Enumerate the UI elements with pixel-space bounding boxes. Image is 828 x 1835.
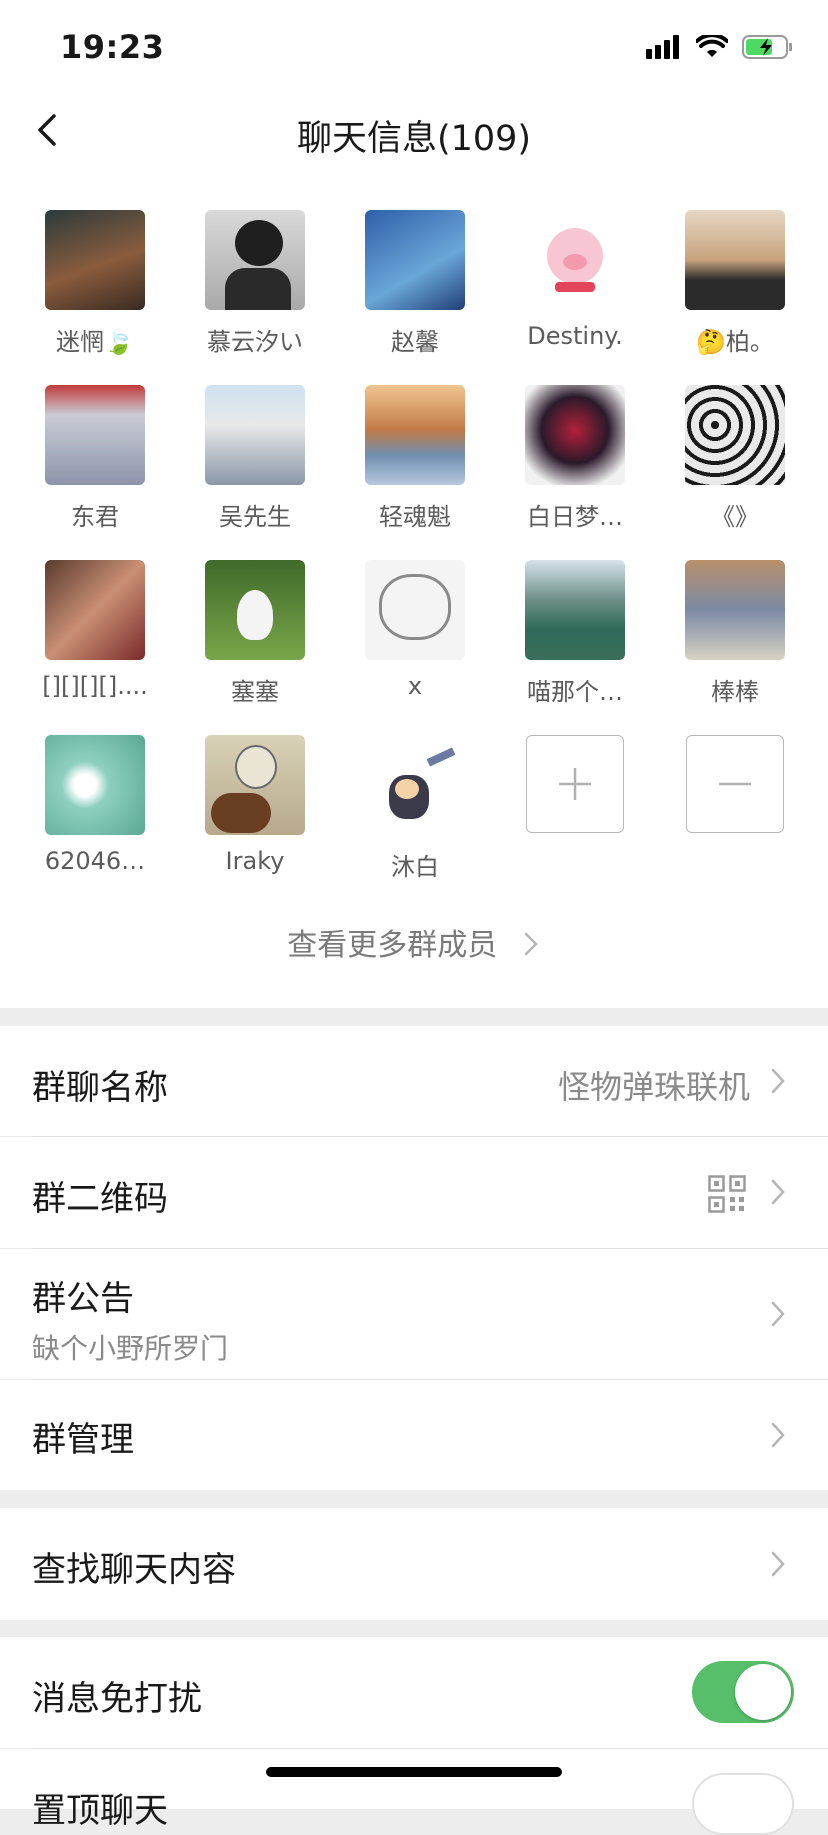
member-name: 《》 <box>711 503 759 531</box>
member-name: 62046… <box>44 847 146 875</box>
pin-chat-row: 置顶聊天 <box>0 1749 828 1835</box>
home-indicator <box>266 1767 562 1777</box>
member-name: 轻魂魁 <box>379 503 451 531</box>
chevron-right-icon <box>771 1068 785 1094</box>
status-icons <box>646 34 794 60</box>
member-name: Destiny. <box>527 322 623 350</box>
member-item[interactable]: Destiny. <box>495 210 655 350</box>
status-time: 19:23 <box>60 28 165 66</box>
minus-icon <box>719 782 751 786</box>
group-name-value: 怪物弹珠联机 <box>557 1068 750 1106</box>
chevron-right-icon <box>771 1422 785 1448</box>
group-management-row[interactable]: 群管理 <box>0 1380 828 1490</box>
member-item[interactable]: Iraky <box>175 735 335 875</box>
member-item[interactable]: 沐白 <box>335 735 495 882</box>
member-item[interactable]: 迷惘🍃 <box>15 210 175 357</box>
avatar <box>365 735 465 835</box>
view-more-label: 查看更多群成员 <box>287 928 498 963</box>
avatar <box>365 385 465 485</box>
add-member-box[interactable] <box>526 735 624 833</box>
member-item[interactable]: 《》 <box>655 385 815 532</box>
avatar <box>525 210 625 310</box>
member-name: 棒棒 <box>711 678 759 706</box>
avatar <box>45 560 145 660</box>
member-item[interactable]: x <box>335 560 495 700</box>
chevron-right-icon <box>771 1301 785 1327</box>
qr-code-icon <box>708 1175 746 1213</box>
wifi-icon <box>696 35 728 57</box>
avatar <box>525 560 625 660</box>
member-name: 塞塞 <box>231 678 279 706</box>
battery-charging-icon <box>742 35 792 59</box>
page-title: 聊天信息(109) <box>296 119 532 159</box>
pin-chat-toggle[interactable] <box>692 1773 794 1835</box>
member-name: 沐白 <box>391 853 439 881</box>
member-item[interactable]: 🤔柏。 <box>655 210 815 357</box>
group-announcement-label: 群公告 <box>32 1279 134 1319</box>
avatar <box>45 210 145 310</box>
search-chat-history-row[interactable]: 查找聊天内容 <box>0 1508 828 1620</box>
view-more-members-link[interactable]: 查看更多群成员 <box>0 920 828 964</box>
search-chat-history-label: 查找聊天内容 <box>32 1550 236 1590</box>
member-item[interactable]: 棒棒 <box>655 560 815 707</box>
chevron-right-icon <box>771 1179 785 1205</box>
group-management-label: 群管理 <box>32 1420 134 1460</box>
mute-notifications-toggle[interactable] <box>692 1661 794 1723</box>
chevron-right-icon <box>771 1551 785 1577</box>
chevron-right-icon <box>524 932 538 956</box>
remove-member-box[interactable] <box>686 735 784 833</box>
header-and-members: 19:23 聊天信息(109) 迷惘🍃 慕云汐い 赵馨 Destiny. 🤔柏。… <box>0 0 828 1008</box>
member-name: [][][][].... <box>42 672 148 700</box>
avatar <box>685 385 785 485</box>
avatar <box>205 560 305 660</box>
avatar <box>685 210 785 310</box>
member-item[interactable]: 慕云汐い <box>175 210 335 357</box>
member-name: Iraky <box>225 847 285 875</box>
member-item[interactable]: 赵馨 <box>335 210 495 357</box>
add-member-button[interactable] <box>495 735 655 833</box>
member-name: x <box>407 672 423 700</box>
member-name: 赵馨 <box>391 328 439 356</box>
mute-notifications-label: 消息免打扰 <box>32 1679 202 1719</box>
group-qr-code-row[interactable]: 群二维码 <box>0 1137 828 1248</box>
group-qr-code-label: 群二维码 <box>32 1179 168 1219</box>
member-name: 慕云汐い <box>207 328 303 356</box>
member-name: 吴先生 <box>219 503 291 531</box>
toggle-knob <box>735 1664 791 1720</box>
member-name: 🤔柏。 <box>696 328 774 356</box>
avatar <box>685 560 785 660</box>
pin-chat-label: 置顶聊天 <box>32 1791 168 1831</box>
avatar <box>45 385 145 485</box>
member-item[interactable]: 喵那个… <box>495 560 655 707</box>
avatar <box>205 385 305 485</box>
avatar <box>365 560 465 660</box>
member-item[interactable]: 62046… <box>15 735 175 875</box>
member-item[interactable]: 塞塞 <box>175 560 335 707</box>
member-item[interactable]: 白日梦… <box>495 385 655 532</box>
member-item[interactable]: [][][][].... <box>15 560 175 700</box>
avatar <box>525 385 625 485</box>
avatar <box>205 735 305 835</box>
member-item[interactable]: 轻魂魁 <box>335 385 495 532</box>
remove-member-button[interactable] <box>655 735 815 833</box>
group-name-label: 群聊名称 <box>32 1068 168 1108</box>
group-announcement-row[interactable]: 群公告 缺个小野所罗门 <box>0 1249 828 1379</box>
group-name-row[interactable]: 群聊名称 怪物弹珠联机 <box>0 1026 828 1136</box>
member-name: 白日梦… <box>527 503 623 531</box>
member-item[interactable]: 东君 <box>15 385 175 532</box>
member-item[interactable]: 吴先生 <box>175 385 335 532</box>
cellular-signal-icon <box>646 35 679 59</box>
group-announcement-text: 缺个小野所罗门 <box>32 1332 229 1365</box>
avatar <box>365 210 465 310</box>
plus-icon <box>559 768 591 800</box>
member-name: 迷惘🍃 <box>56 328 134 356</box>
avatar <box>45 735 145 835</box>
member-name: 喵那个… <box>527 678 623 706</box>
mute-notifications-row: 消息免打扰 <box>0 1637 828 1748</box>
member-name: 东君 <box>71 503 119 531</box>
avatar <box>205 210 305 310</box>
